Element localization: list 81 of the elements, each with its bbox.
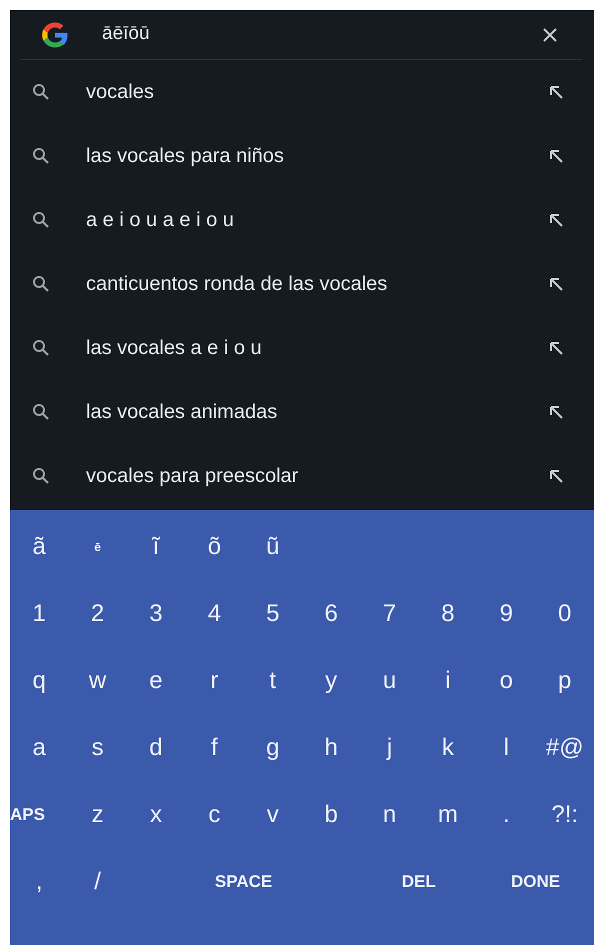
suggestion-item[interactable]: vocales (10, 60, 594, 124)
key[interactable]: x (150, 801, 162, 830)
key[interactable]: ũ (266, 533, 280, 562)
key[interactable]: DONE (511, 872, 560, 893)
suggestion-text: canticuentos ronda de las vocales (86, 272, 388, 297)
key[interactable]: ã (32, 533, 46, 562)
suggestion-text: vocales para preescolar (86, 464, 300, 489)
key[interactable]: y (325, 667, 338, 696)
key[interactable]: 9 (500, 600, 513, 629)
arrow-icon[interactable] (548, 84, 564, 100)
key[interactable]: 7 (382, 600, 396, 629)
key[interactable]: q (32, 667, 46, 696)
suggestion-item[interactable]: a e i o u a e i o u (10, 188, 594, 252)
key[interactable]: p (558, 667, 572, 696)
suggestion-text: vocales (86, 80, 155, 105)
key[interactable]: 5 (266, 600, 280, 629)
search-icon (32, 467, 50, 485)
key[interactable]: f (211, 734, 218, 763)
key[interactable]: ē (94, 540, 101, 555)
suggestion-item[interactable]: las vocales a e i o u (10, 316, 594, 380)
key[interactable]: . (502, 801, 510, 830)
key[interactable]: 3 (149, 600, 163, 629)
arrow-icon[interactable] (548, 148, 564, 164)
search-icon (32, 83, 50, 101)
key[interactable]: ĩ (152, 533, 160, 562)
key[interactable]: s (92, 734, 104, 763)
key[interactable]: a (32, 734, 46, 763)
search-icon (32, 211, 50, 229)
key[interactable]: c (208, 801, 220, 830)
key[interactable]: , (36, 868, 43, 897)
arrow-icon[interactable] (548, 340, 564, 356)
suggestion-text: las vocales para niños (86, 144, 285, 169)
key[interactable]: ?!: (551, 801, 578, 830)
key[interactable]: j (386, 734, 392, 763)
key[interactable]: / (94, 868, 101, 897)
suggestion-text: a e i o u a e i o u (86, 208, 235, 233)
key[interactable]: 4 (208, 600, 222, 629)
key[interactable]: 0 (558, 600, 572, 629)
key[interactable]: u (382, 667, 396, 696)
suggestion-item[interactable]: las vocales para niños (10, 124, 594, 188)
suggestion-text: las vocales a e i o u (86, 336, 263, 361)
key[interactable]: e (149, 667, 163, 696)
key[interactable]: 1 (32, 600, 46, 629)
key[interactable]: g (266, 734, 280, 763)
key[interactable]: t (269, 667, 276, 696)
key[interactable]: m (438, 801, 458, 830)
key[interactable]: k (442, 734, 454, 763)
key[interactable]: 6 (324, 600, 338, 629)
suggestion-item[interactable]: vocales para preescolar (10, 444, 594, 508)
suggestion-item[interactable]: canticuentos ronda de las vocales (10, 252, 594, 316)
search-icon (32, 339, 50, 357)
suggestion-item[interactable]: las vocales animadas (10, 380, 594, 444)
key[interactable]: b (324, 801, 338, 830)
arrow-icon[interactable] (548, 276, 564, 292)
caps-key[interactable]: APS (10, 805, 45, 826)
key[interactable]: o (500, 667, 513, 696)
arrow-icon[interactable] (548, 212, 564, 228)
suggestion-text: las vocales animadas (86, 400, 278, 425)
space-key[interactable]: SPACE (214, 872, 272, 893)
key[interactable]: 8 (441, 600, 455, 629)
key[interactable]: õ (208, 533, 222, 562)
key[interactable]: 2 (90, 600, 104, 629)
key[interactable]: z (92, 801, 104, 830)
search-field[interactable]: āēīōū (102, 20, 542, 49)
key[interactable]: r (210, 667, 218, 696)
key[interactable]: v (266, 801, 279, 830)
key[interactable]: n (382, 801, 396, 830)
close-icon[interactable] (542, 26, 558, 42)
key[interactable]: w (88, 667, 106, 696)
key[interactable]: d (149, 734, 163, 763)
arrow-icon[interactable] (548, 404, 564, 420)
google-logo-icon (40, 20, 70, 50)
arrow-icon[interactable] (548, 468, 564, 484)
key[interactable]: l (504, 734, 509, 763)
search-icon (32, 275, 50, 293)
key[interactable]: #@ (546, 734, 584, 763)
search-icon (32, 147, 50, 165)
search-icon (32, 403, 50, 421)
key[interactable]: h (324, 734, 338, 763)
key[interactable]: i (445, 667, 451, 696)
key[interactable]: DEL (402, 872, 436, 893)
